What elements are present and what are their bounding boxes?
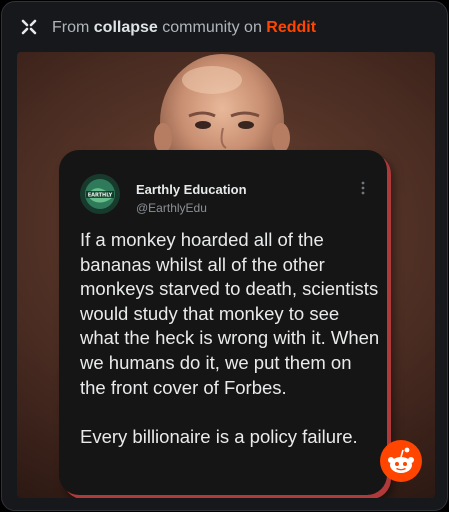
tweet-card: EARTHLY Earthly Education @EarthlyEdu If…: [59, 150, 387, 495]
x-logo-icon[interactable]: [20, 18, 38, 36]
platform-link[interactable]: Reddit: [266, 19, 316, 36]
reddit-button[interactable]: [380, 440, 422, 482]
source-middle: community on: [157, 19, 267, 36]
source-header: From collapse community on Reddit: [2, 2, 447, 52]
tweet-handle: @EarthlyEdu: [136, 201, 207, 215]
community-link[interactable]: collapse: [94, 19, 158, 36]
vertical-ellipsis-icon: [361, 181, 365, 195]
source-prefix: From: [52, 19, 94, 36]
post-image[interactable]: EARTHLY Earthly Education @EarthlyEdu If…: [17, 52, 435, 498]
embed-card: From collapse community on Reddit EARTHL…: [1, 1, 448, 511]
reddit-snoo-icon: [388, 447, 414, 473]
tweet-display-name: Earthly Education: [136, 182, 247, 197]
tweet-text: If a monkey hoarded all of the bananas w…: [80, 229, 380, 447]
tweet-avatar: EARTHLY: [80, 174, 120, 214]
avatar-label: EARTHLY: [88, 193, 113, 199]
source-text: From collapse community on Reddit: [52, 19, 316, 37]
